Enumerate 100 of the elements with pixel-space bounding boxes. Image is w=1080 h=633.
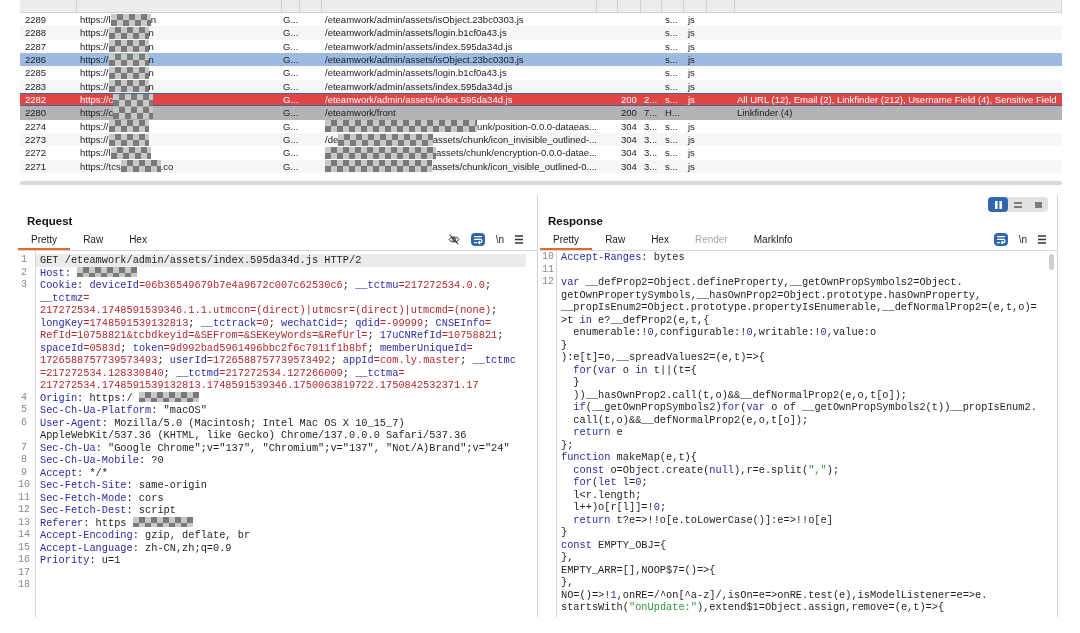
code-line: 217272534.1748591539346.1.1.utmccn=(direct)|utmcsr=(direct)|utmcmd=(none); <box>40 304 498 317</box>
redacted-block <box>113 107 154 120</box>
table-row[interactable]: 2280 https://c G... /eteamwork/front 200 7... H... Linkfinder (4) <box>20 106 1062 120</box>
menu-icon[interactable] <box>515 234 523 244</box>
code-line: Accept-Encoding: gzip, deflate, br <box>40 529 251 542</box>
redacted-block <box>120 160 161 173</box>
extension-text: js <box>686 159 696 174</box>
code-line: 217272534.1748591539132813.1748591539346.1750063819722.1750842532371.17 <box>40 379 479 392</box>
line-number: 7 <box>21 441 27 453</box>
row-number: 2288 <box>24 26 48 40</box>
menu-icon[interactable] <box>1038 234 1046 244</box>
table-row[interactable]: 2282 https://c G... /eteamwork/admin/assets/index.595da34d.js 200 2... s... js All URL (12), Email (2), Linkfinder (212), Username Field (4), Sensitive Field <box>20 93 1062 107</box>
tab[interactable]: Hex <box>638 228 682 251</box>
url-text: /eteamwork/admin/assets/index.595da34d.js <box>324 79 514 94</box>
extension-text: js <box>686 119 696 134</box>
code-line: Sec-Fetch-Dest: script <box>40 504 176 517</box>
row-number: 2283 <box>24 79 48 94</box>
code-line: Sec-Fetch-Site: same-origin <box>40 479 207 492</box>
extension-text: js <box>686 26 696 40</box>
code-line: Sec-Ch-Ua-Platform: "macOS" <box>40 404 207 417</box>
mime-type-text: s... <box>664 79 679 94</box>
extension-text: js <box>686 39 696 54</box>
host-text: n <box>148 79 154 94</box>
newline-toggle[interactable]: \n <box>1018 233 1027 245</box>
notes-text: All URL (12), Email (2), Linkfinder (212), Username Field (4), Sensitive Field <box>736 93 1058 107</box>
extension-text: js <box>686 93 696 107</box>
eye-slash-icon[interactable] <box>447 233 460 245</box>
host-text: https:// <box>80 53 109 67</box>
redacted-block <box>108 53 149 66</box>
code-line: RefId=10758821&tcbdkeyid=&SEFrom=&SEKeyWords=&RefUrl=; 17uCNRefId=10758821; <box>40 329 504 342</box>
url-text: /de <box>325 133 339 147</box>
code-line: }, <box>561 576 574 589</box>
mime-type-text: s... <box>664 66 679 80</box>
split-rows-icon <box>1014 201 1022 208</box>
url-text: /eteamwork/admin/assets/isObject.23bc0303.js <box>324 53 525 67</box>
redacted-block <box>108 40 149 53</box>
line-number: 2 <box>21 266 27 278</box>
status-code: 200 <box>620 106 638 120</box>
url-text: assets/chunk/icon_invisible_outlined-... <box>432 133 597 147</box>
tab[interactable]: Raw <box>592 228 639 251</box>
view-mode-button[interactable] <box>988 197 1008 213</box>
code-line: l<r.length; <box>572 488 642 501</box>
redacted-block <box>108 67 149 80</box>
code-line: if(__getOwnPropSymbols2)for(var o of __getOwnPropSymbols2(t))__propIsEnum2. <box>572 401 1037 414</box>
mime-type-text: s... <box>664 93 679 107</box>
table-row[interactable]: 2286 https:// n G... /eteamwork/admin/assets/isObject.23bc0303.js s... js <box>20 53 1062 67</box>
code-line: const o=Object.create(null),r=e.split(","); <box>572 463 840 476</box>
line-number: 18 <box>18 579 30 591</box>
host-text: n <box>148 26 154 40</box>
status-code: 304 <box>620 146 638 160</box>
tab[interactable]: Hex <box>116 228 160 251</box>
table-row[interactable]: 2288 https:// n G... /eteamwork/admin/assets/login.b1cf0a43.js s... js <box>20 26 1062 40</box>
table-row[interactable]: 2273 https:// G... /de assets/chunk/icon_invisible_outlined-... 304 3... s... js <box>20 133 1062 147</box>
method-text: G... <box>282 133 300 147</box>
row-number: 2286 <box>24 53 48 67</box>
horizontal-scrollbar[interactable] <box>20 181 1062 186</box>
url-text: /eteamwork/admin/assets/index.595da34d.js <box>324 93 514 107</box>
wrap-icon[interactable] <box>470 232 485 246</box>
extension-text: js <box>686 133 696 147</box>
row-number: 2271 <box>24 159 48 174</box>
redacted-block <box>108 80 149 93</box>
mime-type-text: s... <box>664 119 679 134</box>
line-number: 6 <box>21 416 27 428</box>
row-number: 2287 <box>24 39 48 54</box>
code-line: ):e[t]=o,__spreadValues2=(e,t)=>{ <box>561 351 765 364</box>
code-line: Accept-Language: zh-CN,zh;q=0.9 <box>40 541 232 554</box>
redacted-block <box>110 147 151 160</box>
line-number: 4 <box>21 391 27 403</box>
extension-text: js <box>686 66 696 80</box>
code-line: Priority: u=1 <box>40 554 121 567</box>
host-text: https:// <box>80 79 109 94</box>
tab[interactable]: MarkInfo <box>740 228 806 251</box>
line-number: 13 <box>18 516 30 528</box>
line-number: 10 <box>18 479 30 491</box>
code-line: >t in e?__defProp2(e,t,{ <box>561 313 710 326</box>
code-line: =217272534.128330840; __tctmd=217272534.127266009; __tctma= <box>40 366 405 379</box>
url-text: /eteamwork/admin/assets/index.595da34d.js <box>324 39 514 54</box>
url-text: /eteamwork/admin/assets/login.b1cf0a43.js <box>324 26 508 40</box>
tab[interactable]: Raw <box>70 228 117 251</box>
code-line: Sec-Fetch-Mode: cors <box>40 491 164 504</box>
method-text: G... <box>282 159 300 174</box>
host-text: https://l <box>80 146 111 160</box>
wrap-icon[interactable] <box>993 232 1008 246</box>
line-number: 15 <box>18 541 30 553</box>
code-line: }; <box>561 438 574 451</box>
host-text: https://c <box>80 106 114 120</box>
vertical-scrollbar[interactable] <box>1049 254 1054 271</box>
extension-text: js <box>686 53 696 67</box>
url-text: /eteamwork/admin/assets/isObject.23bc0303.js <box>324 13 525 27</box>
code-line: enumerable:!0,configurable:!0,writable:!0,value:o <box>572 326 877 339</box>
code-text: Referer <box>40 516 84 529</box>
mime-type-text: s... <box>664 26 679 40</box>
mime-type-text: s... <box>664 39 679 54</box>
row-number: 2282 <box>24 93 48 107</box>
newline-toggle[interactable]: \n <box>495 233 504 245</box>
mime-type-text: s... <box>664 133 679 147</box>
code-line: startsWith("onUpdate:"),extend$1=Object.assign,remove=(e,t)=>{ <box>561 601 945 614</box>
code-line: return e <box>572 426 623 439</box>
length-text: 3... <box>643 119 659 134</box>
line-number: 3 <box>21 279 27 291</box>
